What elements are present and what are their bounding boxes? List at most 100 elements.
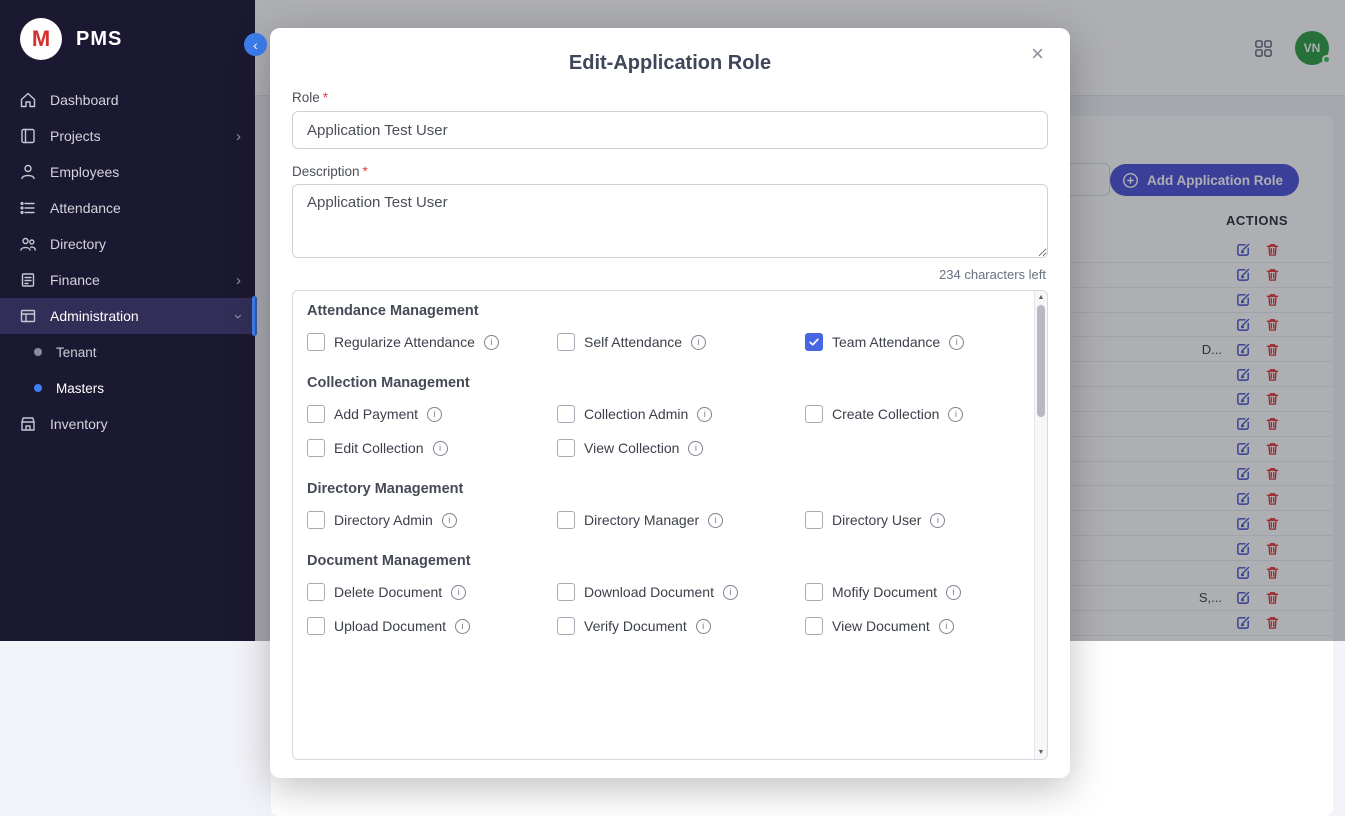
permission-item-mofify-document: Mofify Document: [805, 583, 1017, 601]
permission-group-title: Collection Management: [307, 375, 1017, 391]
sidebar-item-inventory[interactable]: Inventory: [0, 406, 255, 442]
permission-group-attendance-management: Attendance ManagementRegularize Attendan…: [307, 303, 1017, 351]
permission-label: Download Document: [584, 584, 714, 600]
inventory-icon: [19, 415, 37, 433]
sidebar-item-label: Directory: [50, 236, 255, 252]
permission-label: Mofify Document: [832, 584, 937, 600]
checkbox-view-collection[interactable]: [557, 439, 575, 457]
finance-icon: [19, 271, 37, 289]
info-icon[interactable]: [946, 585, 961, 600]
projects-icon: [19, 127, 37, 145]
permission-item-edit-collection: Edit Collection: [307, 439, 557, 457]
checkbox-delete-document[interactable]: [307, 583, 325, 601]
sidebar-item-employees[interactable]: Employees: [0, 154, 255, 190]
permission-group-document-management: Document ManagementDelete DocumentDownlo…: [307, 553, 1017, 635]
info-icon[interactable]: [697, 407, 712, 422]
info-icon[interactable]: [723, 585, 738, 600]
info-icon[interactable]: [455, 619, 470, 634]
administration-icon: [19, 307, 37, 325]
info-icon[interactable]: [939, 619, 954, 634]
sidebar-subitem-masters[interactable]: Masters: [0, 370, 255, 406]
checkbox-mofify-document[interactable]: [805, 583, 823, 601]
sidebar-subitem-label: Masters: [56, 381, 104, 396]
sidebar-item-finance[interactable]: Finance›: [0, 262, 255, 298]
permission-item-view-collection: View Collection: [557, 439, 805, 457]
checkbox-download-document[interactable]: [557, 583, 575, 601]
checkbox-upload-document[interactable]: [307, 617, 325, 635]
required-asterisk: *: [323, 90, 328, 105]
sidebar-item-label: Employees: [50, 164, 255, 180]
permission-label: Verify Document: [584, 618, 687, 634]
info-icon[interactable]: [949, 335, 964, 350]
scroll-up-arrow-icon[interactable]: ▲: [1035, 294, 1047, 301]
checkbox-team-attendance[interactable]: [805, 333, 823, 351]
sidebar-collapse-button[interactable]: ‹: [244, 33, 267, 56]
scroll-down-arrow-icon[interactable]: ▼: [1035, 749, 1047, 756]
scrollbar-thumb[interactable]: [1037, 305, 1045, 417]
info-icon[interactable]: [930, 513, 945, 528]
sidebar-item-projects[interactable]: Projects›: [0, 118, 255, 154]
role-input[interactable]: [292, 111, 1048, 149]
checkbox-directory-user[interactable]: [805, 511, 823, 529]
info-icon[interactable]: [451, 585, 466, 600]
permission-item-download-document: Download Document: [557, 583, 805, 601]
sidebar-item-directory[interactable]: Directory: [0, 226, 255, 262]
permission-label: Team Attendance: [832, 334, 940, 350]
permissions-panel: Attendance ManagementRegularize Attendan…: [292, 290, 1048, 760]
sidebar-item-label: Dashboard: [50, 92, 255, 108]
required-asterisk: *: [363, 164, 368, 179]
permission-label: Add Payment: [334, 406, 418, 422]
brand-name: PMS: [76, 28, 122, 51]
logo-letter: M: [32, 26, 50, 52]
sidebar-subitem-tenant[interactable]: Tenant: [0, 334, 255, 370]
checkbox-directory-admin[interactable]: [307, 511, 325, 529]
info-icon[interactable]: [442, 513, 457, 528]
checkbox-regularize-attendance[interactable]: [307, 333, 325, 351]
permission-label: Directory Admin: [334, 512, 433, 528]
checkbox-collection-admin[interactable]: [557, 405, 575, 423]
checkbox-verify-document[interactable]: [557, 617, 575, 635]
checkbox-create-collection[interactable]: [805, 405, 823, 423]
attendance-icon: [19, 199, 37, 217]
permission-label: Directory Manager: [584, 512, 699, 528]
info-icon[interactable]: [691, 335, 706, 350]
permission-item-add-payment: Add Payment: [307, 405, 557, 423]
permission-item-directory-user: Directory User: [805, 511, 1017, 529]
checkbox-directory-manager[interactable]: [557, 511, 575, 529]
permission-group-title: Directory Management: [307, 481, 1017, 497]
modal-scrollbar[interactable]: ▲ ▼: [1034, 291, 1047, 759]
directory-icon: [19, 235, 37, 253]
permission-item-directory-manager: Directory Manager: [557, 511, 805, 529]
permission-grid: Directory Admin Directory Manager Director…: [307, 511, 1017, 529]
permission-item-team-attendance: Team Attendance: [805, 333, 1017, 351]
permission-label: Delete Document: [334, 584, 442, 600]
permission-label: Directory User: [832, 512, 921, 528]
sidebar-item-administration[interactable]: Administration›: [0, 298, 255, 334]
info-icon[interactable]: [688, 441, 703, 456]
info-icon[interactable]: [427, 407, 442, 422]
sidebar-item-label: Projects: [50, 128, 255, 144]
app-root: M PMS DashboardProjects›EmployeesAttenda…: [0, 0, 1345, 641]
checkbox-view-document[interactable]: [805, 617, 823, 635]
info-icon[interactable]: [696, 619, 711, 634]
info-icon[interactable]: [948, 407, 963, 422]
permission-item-verify-document: Verify Document: [557, 617, 805, 635]
close-icon[interactable]: ×: [1025, 42, 1050, 66]
edit-application-role-modal: Edit-Application Role × Role* Descriptio…: [270, 28, 1070, 778]
info-icon[interactable]: [433, 441, 448, 456]
sidebar-item-label: Finance: [50, 272, 255, 288]
sidebar-item-attendance[interactable]: Attendance: [0, 190, 255, 226]
sidebar-item-label: Inventory: [50, 416, 255, 432]
characters-left-counter: 234 characters left: [292, 267, 1046, 282]
bullet-dot-icon: [34, 384, 42, 392]
chevron-right-icon: ›: [236, 273, 241, 288]
checkbox-edit-collection[interactable]: [307, 439, 325, 457]
modal-title: Edit-Application Role: [292, 52, 1048, 75]
sidebar-item-dashboard[interactable]: Dashboard: [0, 82, 255, 118]
description-input[interactable]: Application Test User: [292, 184, 1048, 258]
checkbox-self-attendance[interactable]: [557, 333, 575, 351]
checkbox-add-payment[interactable]: [307, 405, 325, 423]
brand: M PMS: [0, 0, 255, 76]
info-icon[interactable]: [484, 335, 499, 350]
info-icon[interactable]: [708, 513, 723, 528]
